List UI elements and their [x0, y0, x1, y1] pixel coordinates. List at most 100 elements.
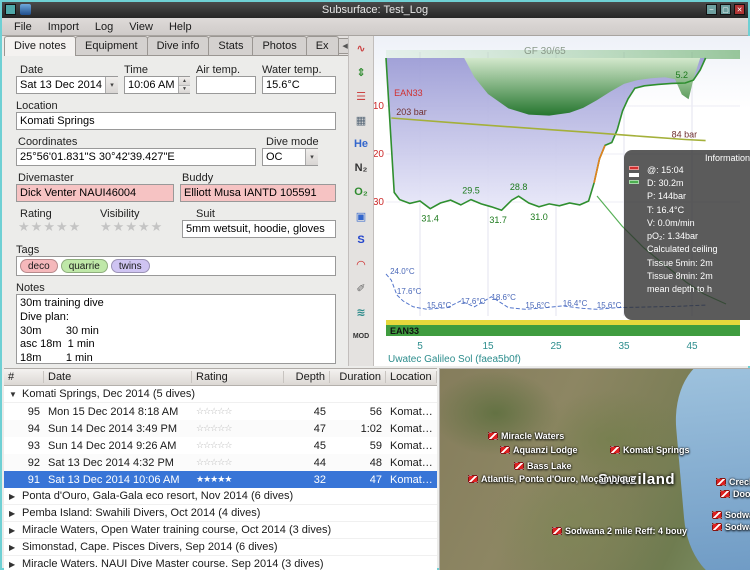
- tags-input[interactable]: decoquarrietwins: [16, 256, 336, 276]
- tab-equipment[interactable]: Equipment: [75, 36, 148, 55]
- information-box: Information @: 15:04D: 30.2mP: 144barT: …: [624, 150, 750, 320]
- map-marker[interactable]: Komati Springs: [610, 445, 690, 455]
- star-icon: ★: [151, 219, 164, 234]
- notes-textarea[interactable]: 30m training dive Dive plan: 30m 30 min …: [16, 294, 336, 364]
- tag-chip[interactable]: quarrie: [61, 259, 108, 273]
- temp-value-label: 18.6°C: [491, 293, 516, 302]
- minimize-button[interactable]: –: [706, 4, 717, 15]
- map-marker[interactable]: Creche,: [716, 477, 750, 487]
- star-icon: ☆: [224, 440, 231, 450]
- menu-view[interactable]: View: [121, 19, 161, 35]
- dive-location: Komati Springs: [386, 423, 437, 435]
- column-header[interactable]: Date: [44, 371, 192, 383]
- map-marker[interactable]: Sodwana 2: [712, 522, 750, 532]
- dive-row[interactable]: 92Sat 13 Dec 2014 4:32 PM☆☆☆☆☆4448Komati…: [4, 454, 437, 471]
- map-marker[interactable]: Doodles,: [720, 489, 750, 499]
- tab-ex[interactable]: Ex: [306, 36, 339, 55]
- map-marker[interactable]: Sodwana 7: [712, 510, 750, 520]
- tab-dive-notes[interactable]: Dive notes: [4, 36, 76, 56]
- location-label: Location: [16, 100, 58, 112]
- column-header[interactable]: #: [4, 371, 44, 383]
- watertemp-input[interactable]: [262, 76, 336, 94]
- spin-down-icon[interactable]: ▼: [179, 86, 190, 94]
- menu-import[interactable]: Import: [40, 19, 87, 35]
- divelist-header: #DateRatingDepthDurationLocation: [4, 369, 437, 386]
- menu-file[interactable]: File: [6, 19, 40, 35]
- dive-row[interactable]: 95Mon 15 Dec 2014 8:18 AM☆☆☆☆☆4556Komati…: [4, 403, 437, 420]
- trip-row[interactable]: ▶Miracle Waters, Open Water training cou…: [4, 522, 437, 539]
- maximize-button[interactable]: ▢: [720, 4, 731, 15]
- dive-flag-icon: [720, 490, 730, 498]
- expand-icon[interactable]: ▶: [9, 526, 18, 535]
- map-marker[interactable]: Miracle Waters: [488, 431, 564, 441]
- he-graph-toggle-icon[interactable]: He: [350, 132, 372, 156]
- collapse-icon[interactable]: ▼: [9, 390, 18, 399]
- expand-icon[interactable]: ▶: [9, 509, 18, 518]
- menu-log[interactable]: Log: [87, 19, 121, 35]
- trip-label: Simonstad, Cape. Pisces Divers, Sep 2014…: [22, 541, 278, 553]
- map-panel[interactable]: Swaziland Miracle WatersAquanzi LodgeKom…: [439, 368, 750, 570]
- tag-chip[interactable]: twins: [111, 259, 150, 273]
- airtemp-input[interactable]: [196, 76, 256, 94]
- trip-row[interactable]: ▶ Simonstad, Cape. Pisces Divers, Sep 201…: [4, 539, 437, 556]
- info-line: @: 15:04: [647, 164, 750, 177]
- trip-row[interactable]: ▶Miracle Waters. NAUI Dive Master course…: [4, 556, 437, 570]
- dive-row[interactable]: 93Sun 14 Dec 2014 9:26 AM☆☆☆☆☆4559Komati…: [4, 437, 437, 454]
- ruler-toggle-icon[interactable]: ✐: [350, 276, 372, 300]
- dive-depth: 44: [284, 457, 330, 469]
- tab-dive-info[interactable]: Dive info: [147, 36, 210, 55]
- date-dropdown-icon[interactable]: ▾: [105, 77, 118, 93]
- map-marker[interactable]: Bass Lake: [514, 461, 572, 471]
- n2-graph-toggle-icon[interactable]: N₂: [350, 156, 372, 180]
- column-header[interactable]: Duration: [330, 371, 386, 383]
- depth-tick-label: 30: [374, 197, 384, 208]
- buddy-input[interactable]: [180, 184, 336, 202]
- rating-stars[interactable]: ★★★★★: [18, 219, 81, 235]
- menu-help[interactable]: Help: [161, 19, 200, 35]
- time-spinner[interactable]: ▲▼: [178, 77, 190, 93]
- dive-rating: ☆☆☆☆☆: [192, 440, 284, 451]
- o2-graph-toggle-icon[interactable]: O₂: [350, 180, 372, 204]
- tab-photos[interactable]: Photos: [252, 36, 306, 55]
- map-marker-label: Bass Lake: [527, 461, 572, 471]
- trip-row[interactable]: ▼Komati Springs, Dec 2014 (5 dives): [4, 386, 437, 403]
- close-button[interactable]: ✕: [734, 4, 745, 15]
- column-header[interactable]: Depth: [284, 371, 330, 383]
- column-header[interactable]: Rating: [192, 371, 284, 383]
- ceiling-toggle-icon[interactable]: ◠: [350, 252, 372, 276]
- tissues-toggle-icon[interactable]: ≋: [350, 300, 372, 324]
- spin-up-icon[interactable]: ▲: [179, 77, 190, 86]
- location-input[interactable]: [16, 112, 336, 130]
- trip-row[interactable]: ▶Ponta d'Ouro, Gala-Gala eco resort, Nov…: [4, 488, 437, 505]
- mod-toggle-icon[interactable]: MOD: [350, 324, 372, 348]
- dive-depth: 45: [284, 406, 330, 418]
- scale-toggle-icon[interactable]: ⇕: [350, 60, 372, 84]
- info-line: Tissue 5min: 2m: [647, 257, 750, 270]
- pp-graph-toggle-icon[interactable]: ∿: [350, 36, 372, 60]
- divemaster-input[interactable]: [16, 184, 174, 202]
- map-marker[interactable]: Sodwana 2 mile Reff: 4 bouy: [552, 526, 687, 536]
- expand-icon[interactable]: ▶: [9, 543, 18, 552]
- sac-rate-toggle-icon[interactable]: S: [350, 228, 372, 252]
- dive-row[interactable]: 91Sat 13 Dec 2014 10:06 AM★★★★★3247Komat…: [4, 471, 437, 488]
- expand-icon[interactable]: ▶: [9, 560, 18, 569]
- divemode-dropdown-icon[interactable]: ▾: [305, 149, 318, 165]
- trip-row[interactable]: ▶Pemba Island: Swahili Divers, Oct 2014 …: [4, 505, 437, 522]
- date-input[interactable]: [16, 76, 118, 94]
- map-marker[interactable]: Atlantis, Ponta d'Ouro, Moçambique: [468, 474, 636, 484]
- temp-value-label: 16.4°C: [563, 299, 588, 308]
- map-marker-label: Sodwana 2: [725, 522, 750, 532]
- coordinates-input[interactable]: [16, 148, 256, 166]
- tab-stats[interactable]: Stats: [208, 36, 253, 55]
- events-toggle-icon[interactable]: ☰: [350, 84, 372, 108]
- grid-toggle-icon[interactable]: ▦: [350, 108, 372, 132]
- visibility-stars[interactable]: ★★★★★: [100, 219, 163, 235]
- map-marker[interactable]: Aquanzi Lodge: [500, 445, 578, 455]
- column-header[interactable]: Location: [386, 371, 437, 383]
- dive-row[interactable]: 94Sun 14 Dec 2014 3:49 PM☆☆☆☆☆471:02Koma…: [4, 420, 437, 437]
- expand-icon[interactable]: ▶: [9, 492, 18, 501]
- suit-input[interactable]: [182, 220, 336, 238]
- time-tick-label: 15: [482, 341, 494, 352]
- photos-toggle-icon[interactable]: ▣: [350, 204, 372, 228]
- tag-chip[interactable]: deco: [20, 259, 58, 273]
